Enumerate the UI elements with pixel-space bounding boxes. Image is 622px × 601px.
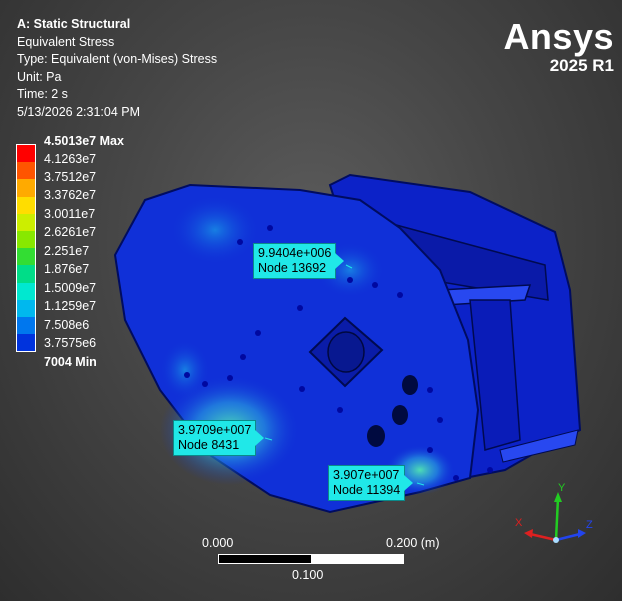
triad-x-label: X <box>515 517 523 529</box>
axis-triad[interactable]: Y X Z <box>508 480 598 550</box>
triad-z-label: Z <box>586 519 593 531</box>
probe-node: Node 8431 <box>178 438 240 452</box>
probe-label-node-13692[interactable]: 9.9404e+006 Node 13692 <box>253 243 345 279</box>
scale-label-mid: 0.100 <box>292 568 324 582</box>
probe-node: Node 11394 <box>333 483 401 497</box>
bracket-part[interactable] <box>113 173 582 514</box>
triad-y-label: Y <box>558 482 566 494</box>
triad-x-axis <box>529 532 557 542</box>
scale-bar: 0.000 0.200 (m) 0.100 <box>200 536 450 596</box>
probe-node: Node 13692 <box>258 261 327 275</box>
scale-bar-graphic <box>218 554 404 564</box>
probe-value: 9.9404e+006 <box>258 246 332 260</box>
probe-label-node-8431[interactable]: 3.9709e+007 Node 8431 <box>173 420 265 456</box>
probe-value: 3.907e+007 <box>333 468 400 482</box>
triad-z-axis <box>555 532 581 542</box>
triad-y-axis <box>554 497 560 541</box>
scale-label-left: 0.000 <box>202 536 234 550</box>
probe-value: 3.9709e+007 <box>178 423 252 437</box>
scale-label-right: 0.200 (m) <box>386 536 440 550</box>
probe-label-node-11394[interactable]: 3.907e+007 Node 11394 <box>328 465 414 501</box>
